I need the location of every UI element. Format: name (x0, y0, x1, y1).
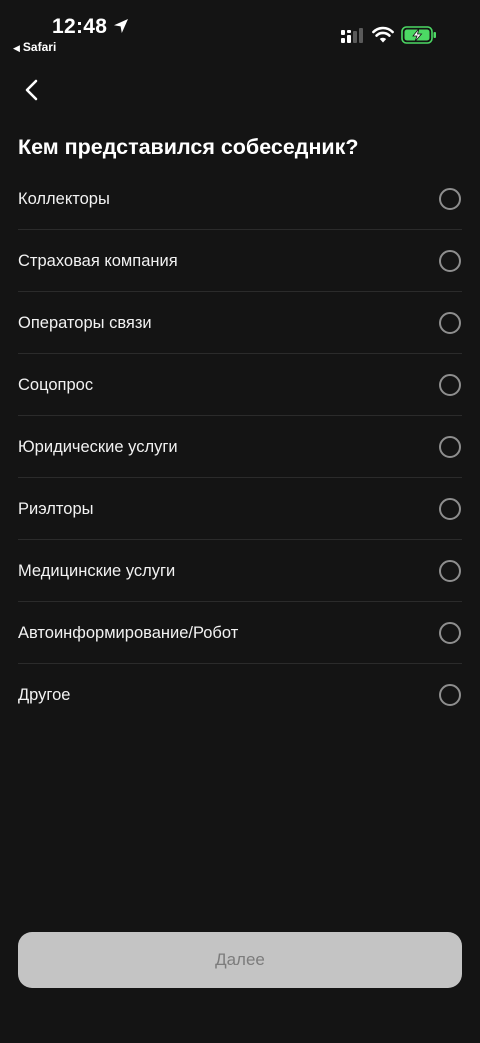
back-app-label: Safari (22, 40, 57, 54)
signal-icon (341, 28, 363, 43)
option-label: Страховая компания (18, 252, 178, 270)
options-list: Коллекторы Страховая компания Операторы … (0, 168, 480, 726)
option-label: Другое (18, 686, 71, 704)
back-button[interactable] (14, 72, 50, 108)
radio-button[interactable] (439, 250, 461, 272)
next-button[interactable]: Далее (18, 932, 462, 988)
wifi-icon (372, 26, 394, 43)
radio-button[interactable] (439, 622, 461, 644)
option-row-telecom[interactable]: Операторы связи (0, 292, 480, 354)
radio-button[interactable] (439, 684, 461, 706)
option-label: Соцопрос (18, 376, 94, 394)
option-row-survey[interactable]: Соцопрос (0, 354, 480, 416)
chevron-left-icon (25, 79, 38, 101)
radio-button[interactable] (439, 374, 461, 396)
option-row-collectors[interactable]: Коллекторы (0, 168, 480, 230)
radio-button[interactable] (439, 498, 461, 520)
radio-button[interactable] (439, 436, 461, 458)
option-row-medical[interactable]: Медицинские услуги (0, 540, 480, 602)
option-row-realtors[interactable]: Риэлторы (0, 478, 480, 540)
option-label: Медицинские услуги (18, 562, 176, 580)
option-row-legal[interactable]: Юридические услуги (0, 416, 480, 478)
option-label: Автоинформирование/Робот (18, 624, 239, 642)
option-row-other[interactable]: Другое (0, 664, 480, 726)
radio-button[interactable] (439, 188, 461, 210)
back-to-safari-link[interactable]: ◀ Safari (13, 40, 56, 55)
radio-button[interactable] (439, 560, 461, 582)
option-row-robot[interactable]: Автоинформирование/Робот (0, 602, 480, 664)
option-label: Операторы связи (18, 314, 152, 332)
option-row-insurance[interactable]: Страховая компания (0, 230, 480, 292)
option-label: Юридические услуги (18, 438, 178, 456)
option-label: Риэлторы (18, 500, 94, 518)
status-bar: 12:48 ◀ Safari (0, 0, 480, 60)
status-time: 12:48 (52, 15, 108, 38)
page-title: Кем представился собеседник? (18, 135, 359, 159)
radio-button[interactable] (439, 312, 461, 334)
battery-charging-icon (401, 26, 436, 44)
location-arrow-icon (114, 19, 128, 33)
back-triangle-icon: ◀ (13, 43, 20, 53)
option-label: Коллекторы (18, 190, 110, 208)
